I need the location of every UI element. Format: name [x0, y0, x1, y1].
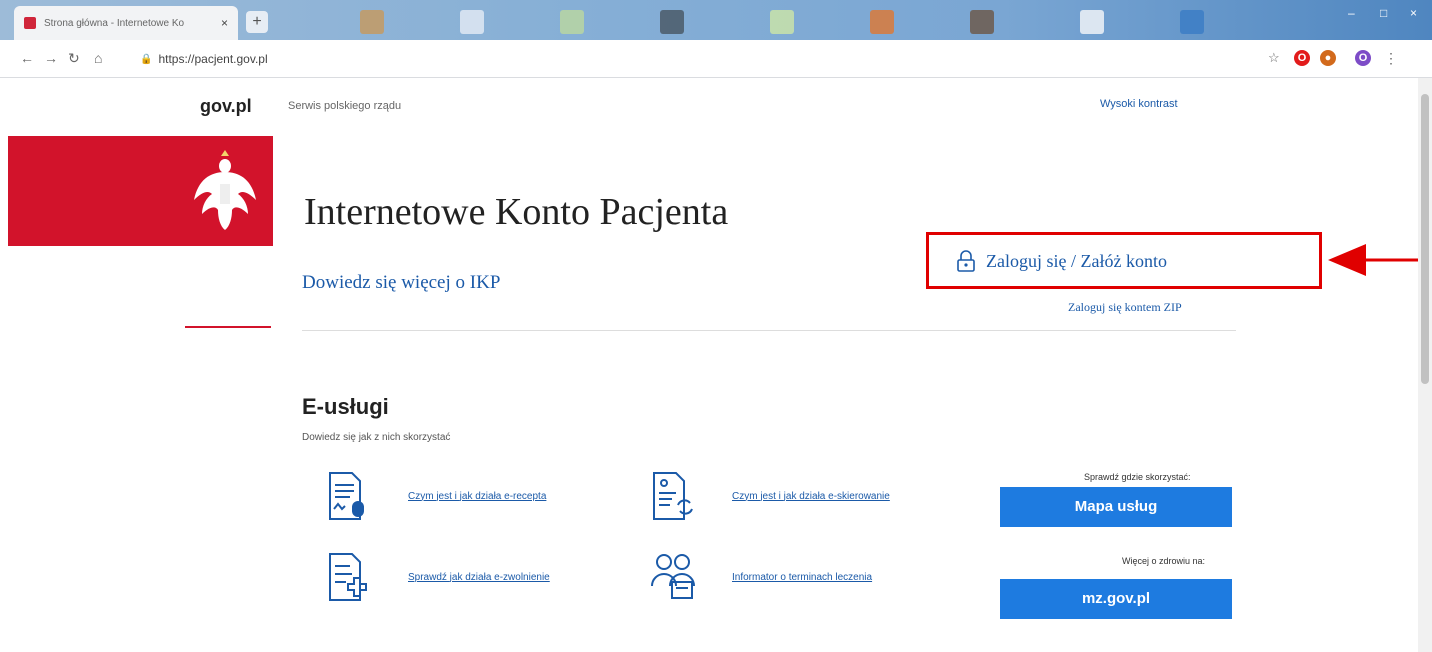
profile-avatar-icon[interactable]: O — [1355, 50, 1371, 66]
learn-more-link[interactable]: Dowiedz się więcej o IKP — [302, 272, 500, 294]
page-scrollbar[interactable] — [1418, 78, 1432, 652]
treatment-dates-icon — [651, 554, 695, 599]
high-contrast-link[interactable]: Wysoki kontrast — [1100, 98, 1178, 110]
app-thumbnail-icon[interactable] — [660, 10, 684, 34]
extension-icon[interactable]: ● — [1320, 50, 1336, 66]
tab-close-button[interactable]: × — [221, 16, 228, 30]
page-title: Internetowe Konto Pacjenta — [304, 191, 729, 233]
new-tab-button[interactable]: + — [246, 11, 268, 33]
service-e-sick-leave[interactable]: Sprawdź jak działa e-zwolnienie — [326, 552, 550, 602]
reload-icon[interactable]: ↻ — [68, 50, 80, 67]
service-link-label: Sprawdź jak działa e-zwolnienie — [408, 571, 550, 583]
forward-arrow-icon[interactable]: → — [44, 50, 58, 66]
header-divider — [302, 330, 1236, 331]
back-arrow-icon[interactable]: ← — [20, 50, 34, 66]
service-link-label: Czym jest i jak działa e-recepta — [408, 490, 547, 502]
service-link-label: Czym jest i jak działa e-skierowanie — [732, 490, 890, 502]
browser-tab[interactable]: Strona główna - Internetowe Ko × — [14, 6, 238, 40]
coat-of-arms-banner — [8, 136, 273, 246]
address-bar[interactable]: 🔒 https://pacjent.gov.pl — [140, 48, 1250, 70]
login-link[interactable]: Zaloguj się / Załóż konto — [956, 250, 1167, 272]
app-thumbnail-icon[interactable] — [460, 10, 484, 34]
maximize-button[interactable]: □ — [1380, 6, 1387, 20]
app-thumbnail-icon[interactable] — [360, 10, 384, 34]
gov-pl-logo[interactable]: gov.pl — [200, 96, 252, 117]
red-arrow-icon — [1328, 244, 1430, 276]
app-thumbnail-icon[interactable] — [770, 10, 794, 34]
eservices-heading: E-usługi — [302, 394, 389, 419]
home-icon[interactable]: ⌂ — [94, 50, 102, 66]
e-referral-icon — [653, 472, 693, 520]
site-tagline: Serwis polskiego rządu — [288, 100, 402, 112]
app-thumbnail-icon[interactable] — [870, 10, 894, 34]
mz-gov-pl-button[interactable]: mz.gov.pl — [1000, 579, 1232, 619]
login-link-label: Zaloguj się / Załóż konto — [986, 250, 1167, 271]
map-hint: Sprawdź gdzie skorzystać: — [1084, 472, 1191, 482]
zip-login-link[interactable]: Zaloguj się kontem ZIP — [1068, 300, 1182, 315]
e-prescription-icon — [329, 472, 364, 520]
service-map-button[interactable]: Mapa usług — [1000, 487, 1232, 527]
browser-tab-bar: Strona główna - Internetowe Ko × + – □ × — [0, 0, 1432, 40]
browser-toolbar: ← → ↻ ⌂ 🔒 https://pacjent.gov.pl ☆ O ● O… — [0, 40, 1432, 78]
tab-title: Strona główna - Internetowe Ko — [44, 17, 185, 29]
app-thumbnail-icon[interactable] — [1180, 10, 1204, 34]
health-hint: Więcej o zdrowiu na: — [1122, 556, 1206, 566]
e-sick-leave-icon — [329, 553, 367, 601]
service-link-label: Informator o terminach leczenia — [732, 571, 873, 583]
white-eagle-icon — [194, 150, 256, 230]
app-thumbnail-icon[interactable] — [1080, 10, 1104, 34]
app-thumbnail-icon[interactable] — [970, 10, 994, 34]
service-treatment-dates[interactable]: Informator o terminach leczenia — [650, 552, 872, 602]
secure-lock-icon: 🔒 — [140, 53, 153, 65]
service-e-prescription[interactable]: Czym jest i jak działa e-recepta — [326, 471, 546, 521]
minimize-button[interactable]: – — [1348, 6, 1355, 20]
eservices-subheading: Dowiedz się jak z nich skorzystać — [302, 432, 451, 443]
browser-menu-icon[interactable]: ⋮ — [1384, 50, 1398, 67]
page-content: gov.pl Serwis polskiego rządu Wysoki kon… — [0, 78, 1430, 652]
site-favicon-icon — [24, 17, 36, 29]
opera-extension-icon[interactable]: O — [1294, 50, 1310, 66]
app-thumbnail-icon[interactable] — [560, 10, 584, 34]
window-close-button[interactable]: × — [1410, 6, 1417, 20]
accent-divider — [185, 326, 271, 328]
taskbar-thumbnails — [290, 8, 1290, 36]
url-text[interactable]: https://pacjent.gov.pl — [158, 52, 267, 66]
service-e-referral[interactable]: Czym jest i jak działa e-skierowanie — [650, 471, 890, 521]
scrollbar-thumb[interactable] — [1421, 94, 1429, 384]
padlock-icon — [957, 250, 975, 272]
bookmark-star-icon[interactable]: ☆ — [1268, 50, 1280, 66]
